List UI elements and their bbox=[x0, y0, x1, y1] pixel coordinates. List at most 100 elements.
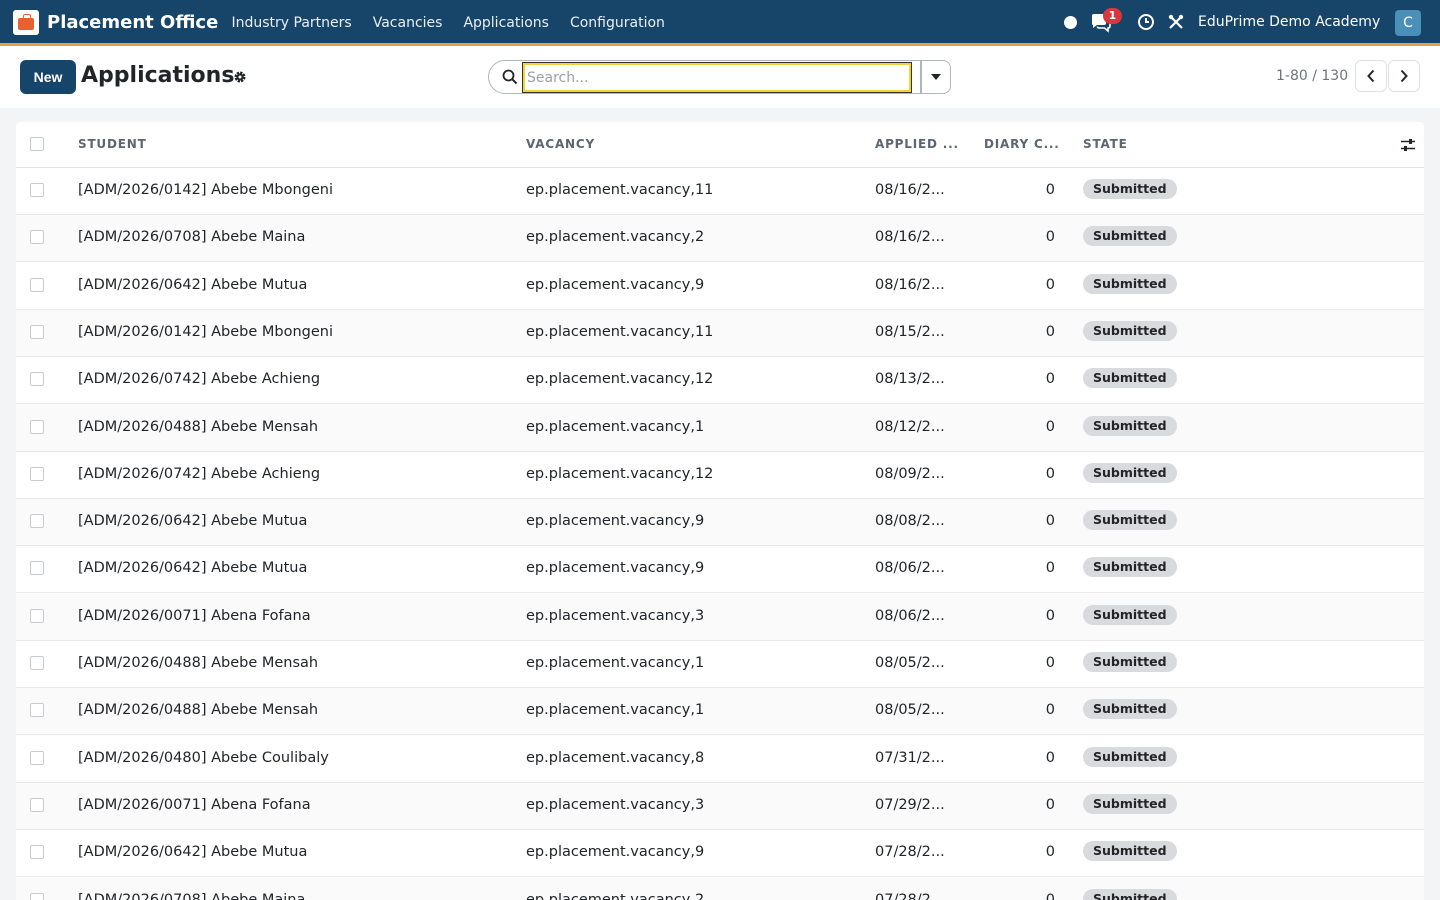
table-row[interactable]: [ADM/2026/0742] Abebe Achieng ep.placemen… bbox=[16, 452, 1424, 499]
status-badge: Submitted bbox=[1083, 415, 1177, 436]
table-row[interactable]: [ADM/2026/0142] Abebe Mbongeni ep.placeme… bbox=[16, 168, 1424, 215]
status-badge: Submitted bbox=[1083, 604, 1177, 625]
status-badge: Submitted bbox=[1083, 320, 1177, 341]
chevron-left-icon bbox=[1367, 69, 1375, 83]
cell-applied-date: 08/09/2... bbox=[875, 465, 945, 482]
row-checkbox[interactable] bbox=[30, 797, 44, 812]
table-row[interactable]: [ADM/2026/0071] Abena Fofana ep.placement… bbox=[16, 593, 1424, 641]
gear-icon[interactable] bbox=[233, 70, 247, 84]
row-checkbox[interactable] bbox=[30, 230, 44, 245]
row-checkbox[interactable] bbox=[30, 750, 44, 765]
cell-student: [ADM/2026/0642] Abebe Mutua bbox=[78, 513, 308, 530]
search-options-toggle[interactable] bbox=[921, 60, 951, 94]
row-checkbox[interactable] bbox=[30, 845, 44, 860]
cell-vacancy: ep.placement.vacancy,1 bbox=[526, 655, 705, 671]
avatar[interactable]: C bbox=[1395, 10, 1421, 36]
cell-vacancy: ep.placement.vacancy,9 bbox=[526, 513, 705, 530]
table-row[interactable]: [ADM/2026/0742] Abebe Achieng ep.placemen… bbox=[16, 357, 1424, 405]
cell-vacancy: ep.placement.vacancy,9 bbox=[526, 276, 705, 293]
row-checkbox[interactable] bbox=[30, 466, 44, 481]
cell-diary-count: 0 bbox=[1045, 371, 1055, 388]
menu-item-applications[interactable]: Applications bbox=[453, 0, 560, 46]
tools-icon[interactable] bbox=[1167, 13, 1185, 31]
cell-student: [ADM/2026/0642] Abebe Mutua bbox=[78, 276, 308, 293]
row-checkbox[interactable] bbox=[30, 183, 44, 197]
cell-applied-date: 08/06/2... bbox=[875, 560, 945, 577]
table-row[interactable]: [ADM/2026/0488] Abebe Mensah ep.placement… bbox=[16, 688, 1424, 736]
cell-student: [ADM/2026/0708] Abebe Maina bbox=[78, 891, 306, 900]
table-row[interactable]: [ADM/2026/0642] Abebe Mutua ep.placement.… bbox=[16, 499, 1424, 547]
table-row[interactable]: [ADM/2026/0488] Abebe Mensah ep.placement… bbox=[16, 404, 1424, 452]
status-badge: Submitted bbox=[1083, 699, 1177, 720]
top-navbar: Placement Office Industry Partners Vacan… bbox=[0, 0, 1440, 46]
row-checkbox[interactable] bbox=[30, 514, 44, 529]
menu-item-vacancies[interactable]: Vacancies bbox=[362, 0, 453, 46]
menu-item-configuration[interactable]: Configuration bbox=[559, 0, 675, 46]
cell-vacancy: ep.placement.vacancy,2 bbox=[526, 229, 705, 246]
cell-student: [ADM/2026/0142] Abebe Mbongeni bbox=[78, 323, 333, 340]
cell-student: [ADM/2026/0480] Abebe Coulibaly bbox=[78, 749, 329, 766]
column-settings-icon[interactable] bbox=[1400, 137, 1416, 153]
row-checkbox[interactable] bbox=[30, 561, 44, 576]
cell-applied-date: 08/16/2... bbox=[875, 229, 945, 246]
cell-vacancy: ep.placement.vacancy,9 bbox=[526, 844, 705, 861]
status-badge: Submitted bbox=[1083, 368, 1177, 389]
select-all-checkbox[interactable] bbox=[30, 137, 44, 151]
table-row[interactable]: [ADM/2026/0708] Abebe Maina ep.placement.… bbox=[16, 215, 1424, 263]
row-checkbox[interactable] bbox=[30, 419, 44, 434]
cell-diary-count: 0 bbox=[1045, 465, 1055, 482]
cell-diary-count: 0 bbox=[1045, 607, 1055, 624]
table-row[interactable]: [ADM/2026/0480] Abebe Coulibaly ep.placem… bbox=[16, 736, 1424, 783]
status-badge: Submitted bbox=[1083, 793, 1177, 814]
table-row[interactable]: [ADM/2026/0071] Abena Fofana ep.placement… bbox=[16, 782, 1424, 830]
cell-applied-date: 07/31/2... bbox=[875, 749, 945, 766]
table-row[interactable]: [ADM/2026/0142] Abebe Mbongeni ep.placeme… bbox=[16, 309, 1424, 357]
app-name[interactable]: Placement Office bbox=[47, 12, 218, 33]
table-row[interactable]: [ADM/2026/0642] Abebe Mutua ep.placement.… bbox=[16, 263, 1424, 310]
pager-previous-button[interactable] bbox=[1355, 60, 1387, 92]
table-row[interactable]: [ADM/2026/0488] Abebe Mensah ep.placement… bbox=[16, 641, 1424, 688]
company-switcher[interactable]: EduPrime Demo Academy bbox=[1198, 14, 1380, 30]
search-icon[interactable] bbox=[502, 69, 518, 85]
row-checkbox[interactable] bbox=[30, 892, 44, 900]
table-row[interactable]: [ADM/2026/0642] Abebe Mutua ep.placement.… bbox=[16, 830, 1424, 878]
cell-applied-date: 07/28/2... bbox=[875, 891, 945, 900]
briefcase-icon[interactable] bbox=[13, 10, 39, 35]
column-header-vacancy[interactable]: VACANCY bbox=[526, 137, 595, 151]
pager-next-button[interactable] bbox=[1388, 60, 1420, 92]
table-row[interactable]: [ADM/2026/0642] Abebe Mutua ep.placement.… bbox=[16, 546, 1424, 594]
menu-item-industry-partners[interactable]: Industry Partners bbox=[221, 0, 362, 46]
row-checkbox[interactable] bbox=[30, 277, 44, 292]
column-header-state[interactable]: STATE bbox=[1083, 137, 1128, 151]
status-badge: Submitted bbox=[1083, 652, 1177, 672]
cell-student: [ADM/2026/0642] Abebe Mutua bbox=[78, 560, 308, 577]
status-badge: Submitted bbox=[1083, 226, 1177, 247]
search-input[interactable] bbox=[522, 62, 912, 93]
row-checkbox[interactable] bbox=[30, 324, 44, 339]
status-dot-icon[interactable] bbox=[1064, 16, 1077, 29]
row-checkbox[interactable] bbox=[30, 703, 44, 718]
cell-applied-date: 08/05/2... bbox=[875, 655, 945, 671]
cell-applied-date: 08/06/2... bbox=[875, 607, 945, 624]
applications-list: STUDENT VACANCY APPLIED ... DIARY C... S… bbox=[16, 122, 1424, 900]
table-row[interactable]: [ADM/2026/0708] Abebe Maina ep.placement.… bbox=[16, 877, 1424, 900]
status-badge: Submitted bbox=[1083, 746, 1177, 767]
status-badge: Submitted bbox=[1083, 557, 1177, 578]
status-badge: Submitted bbox=[1083, 841, 1177, 862]
pager-value[interactable]: 1-80 / 130 bbox=[1276, 68, 1348, 84]
column-header-diary[interactable]: DIARY C... bbox=[984, 137, 1060, 151]
row-checkbox[interactable] bbox=[30, 656, 44, 670]
cell-student: [ADM/2026/0142] Abebe Mbongeni bbox=[78, 182, 333, 198]
cell-vacancy: ep.placement.vacancy,1 bbox=[526, 418, 705, 435]
cell-diary-count: 0 bbox=[1045, 418, 1055, 435]
row-checkbox[interactable] bbox=[30, 372, 44, 387]
row-checkbox[interactable] bbox=[30, 608, 44, 623]
column-header-student[interactable]: STUDENT bbox=[78, 137, 147, 151]
chevron-right-icon bbox=[1400, 69, 1408, 83]
column-header-applied[interactable]: APPLIED ... bbox=[875, 137, 959, 151]
new-button[interactable]: New bbox=[20, 60, 76, 94]
cell-diary-count: 0 bbox=[1045, 796, 1055, 813]
clock-icon[interactable] bbox=[1137, 13, 1155, 31]
cell-vacancy: ep.placement.vacancy,3 bbox=[526, 607, 705, 624]
cell-diary-count: 0 bbox=[1045, 560, 1055, 577]
